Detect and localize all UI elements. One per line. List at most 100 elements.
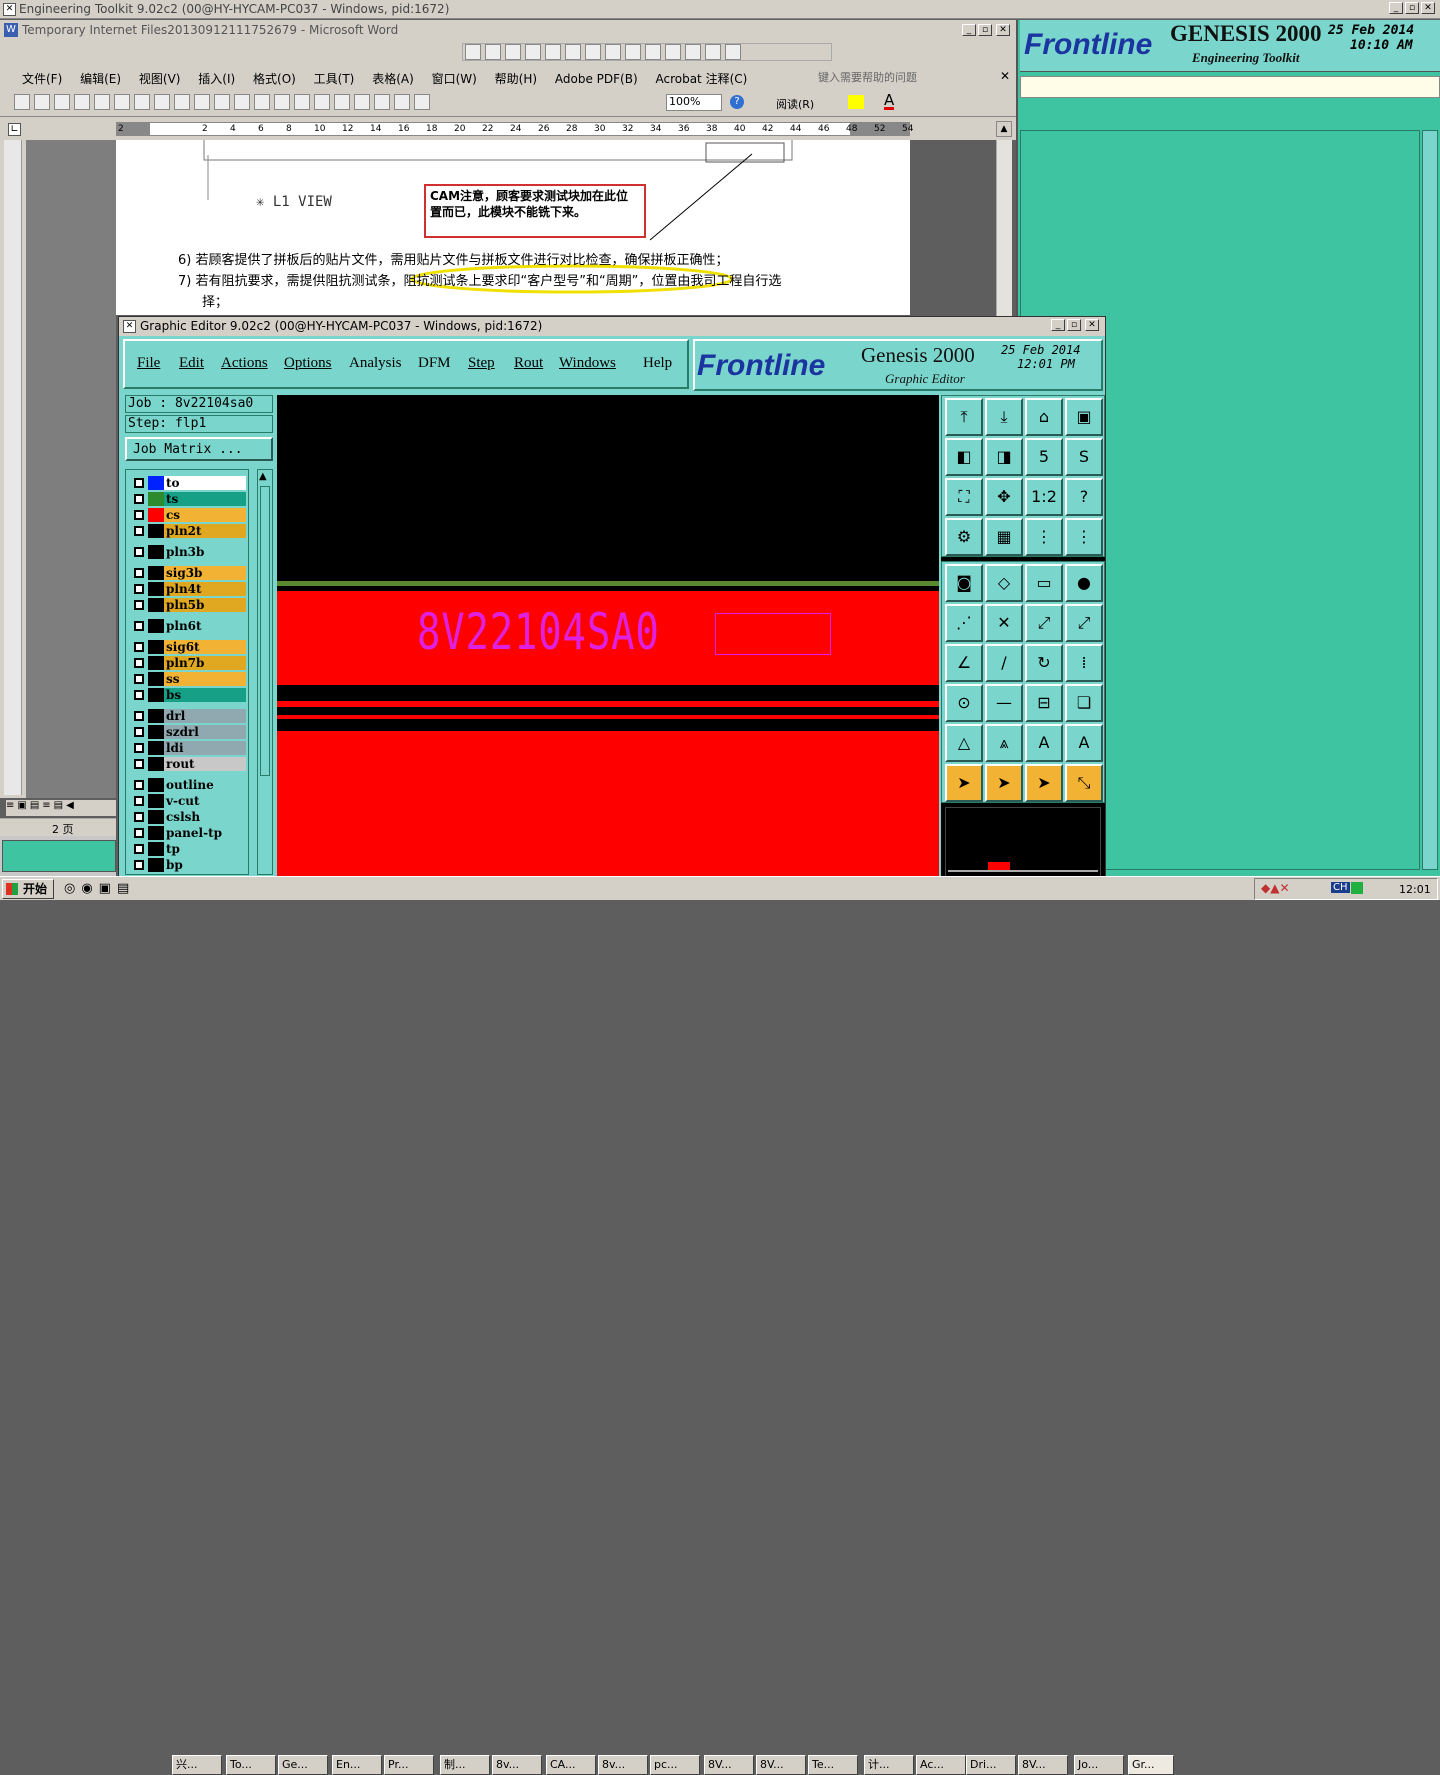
taskbar-item[interactable]: Jo... <box>1074 1755 1124 1775</box>
word-titlebar[interactable]: W Temporary Internet Files20130912111752… <box>0 20 1016 40</box>
layer-checkbox[interactable] <box>134 828 144 838</box>
save-icon[interactable] <box>54 94 70 110</box>
layer-checkbox[interactable] <box>134 844 144 854</box>
toggle-icon[interactable] <box>625 44 641 60</box>
help-icon[interactable]: ? <box>1065 478 1103 516</box>
close-button[interactable]: ✕ <box>1421 2 1435 14</box>
layer-row-tp[interactable]: tp <box>130 842 246 856</box>
layer-row-pln5b[interactable]: pln5b <box>130 598 246 612</box>
layer-row-cs[interactable]: cs <box>130 508 246 522</box>
editor-menu-options[interactable]: Options <box>284 355 332 372</box>
one-to-two-icon[interactable]: 1:2 <box>1025 478 1063 516</box>
font-color-icon[interactable]: A <box>884 93 895 110</box>
layer-row-to[interactable]: to <box>130 476 246 490</box>
layer-color-swatch[interactable] <box>148 619 164 633</box>
slash-icon[interactable]: / <box>985 644 1023 682</box>
layer-color-swatch[interactable] <box>148 582 164 596</box>
print-preview-icon[interactable] <box>94 94 110 110</box>
taskbar-item[interactable]: Pr... <box>384 1755 434 1775</box>
preview-icon[interactable] <box>134 94 150 110</box>
layer-name[interactable]: pln7b <box>164 656 246 670</box>
layer-row-bs[interactable]: bs <box>130 688 246 702</box>
image-icon[interactable] <box>705 44 721 60</box>
select-icon[interactable]: ➤ <box>945 764 983 802</box>
start-button[interactable]: 开始 <box>2 879 54 899</box>
layer-name[interactable]: rout <box>164 757 246 771</box>
layer-row-bp[interactable]: bp <box>130 858 246 872</box>
editor-menu-file[interactable]: File <box>137 355 160 372</box>
delete-icon[interactable]: ✕ <box>985 604 1023 642</box>
layer-color-swatch[interactable] <box>148 476 164 490</box>
cut-icon[interactable] <box>214 94 230 110</box>
read-mode-button[interactable]: 阅读(R) <box>760 96 814 112</box>
layer-row-ldi[interactable]: ldi <box>130 741 246 755</box>
group-icon[interactable]: ❏ <box>1065 684 1103 722</box>
layer-scroll-up-icon[interactable]: ▲ <box>259 471 267 482</box>
move-icon[interactable]: ⤢ <box>1025 604 1063 642</box>
scroll-icon[interactable] <box>665 44 681 60</box>
word-restore-button[interactable]: ▫ <box>978 24 992 36</box>
editor-minimize-button[interactable]: _ <box>1051 319 1065 331</box>
split-icon[interactable]: ⁞ <box>1065 644 1103 682</box>
paste-icon[interactable] <box>254 94 270 110</box>
triangle1-icon[interactable]: △ <box>945 724 983 762</box>
layer-row-v-cut[interactable]: v-cut <box>130 794 246 808</box>
menu-view[interactable]: 视图(V) <box>139 72 181 86</box>
taskbar-item[interactable]: Ac... <box>916 1755 966 1775</box>
menu-file[interactable]: 文件(F) <box>22 72 62 86</box>
select-route-icon[interactable]: ⤡ <box>1065 764 1103 802</box>
layer-name[interactable]: panel-tp <box>164 826 246 840</box>
layer-checkbox[interactable] <box>134 658 144 668</box>
layer-checkbox[interactable] <box>134 547 144 557</box>
layer-color-swatch[interactable] <box>148 640 164 654</box>
horizontal-ruler[interactable]: ∟ 2 2 4 6 8 10 12 14 16 18 20 22 24 26 28 30 32 34 36 38 40 4… <box>0 116 1016 140</box>
layer-color-swatch[interactable] <box>148 794 164 808</box>
arc-icon[interactable]: ↻ <box>1025 644 1063 682</box>
layer-name[interactable]: outline <box>164 778 246 792</box>
open-icon[interactable]: ⤒ <box>945 398 983 436</box>
ruler-icon[interactable]: ▭ <box>1025 564 1063 602</box>
radio-icon[interactable] <box>565 44 581 60</box>
minus-icon[interactable]: — <box>985 684 1023 722</box>
button-icon[interactable] <box>545 44 561 60</box>
layer-checkbox[interactable] <box>134 621 144 631</box>
drawing-icon[interactable] <box>414 94 430 110</box>
hyperlink-icon[interactable] <box>334 94 350 110</box>
fit-icon[interactable]: ⛶ <box>945 478 983 516</box>
layer-checkbox[interactable] <box>134 780 144 790</box>
snap-off-icon[interactable]: ⋮ <box>1065 518 1103 556</box>
word-minimize-button[interactable]: _ <box>962 24 976 36</box>
layer-color-swatch[interactable] <box>148 566 164 580</box>
layer-name[interactable]: szdrl <box>164 725 246 739</box>
layer-name[interactable]: ldi <box>164 741 246 755</box>
layer-checkbox[interactable] <box>134 478 144 488</box>
textbox-icon[interactable] <box>525 44 541 60</box>
layer-name[interactable]: v-cut <box>164 794 246 808</box>
layer-row-cslsh[interactable]: cslsh <box>130 810 246 824</box>
home-icon[interactable]: ⌂ <box>1025 398 1063 436</box>
left-icon[interactable]: ◧ <box>945 438 983 476</box>
layer-color-swatch[interactable] <box>148 826 164 840</box>
ime-indicator[interactable]: CH <box>1331 882 1350 893</box>
layer-row-szdrl[interactable]: szdrl <box>130 725 246 739</box>
layer-checkbox[interactable] <box>134 510 144 520</box>
layer-name[interactable]: to <box>164 476 246 490</box>
layer-name[interactable]: pln2t <box>164 524 246 538</box>
select-circle-icon[interactable]: ➤ <box>1025 764 1063 802</box>
layer-row-pln4t[interactable]: pln4t <box>130 582 246 596</box>
layer-color-swatch[interactable] <box>148 810 164 824</box>
s-curve-icon[interactable]: S <box>1065 438 1103 476</box>
layer-name[interactable]: drl <box>164 709 246 723</box>
layer-checkbox[interactable] <box>134 584 144 594</box>
taskbar-item[interactable]: pc... <box>650 1755 700 1775</box>
taskbar-item[interactable]: 8V... <box>704 1755 754 1775</box>
layer-row-pln7b[interactable]: pln7b <box>130 656 246 670</box>
editor-menu-analysis[interactable]: Analysis <box>349 355 402 372</box>
layer-name[interactable]: bs <box>164 688 246 702</box>
layer-name[interactable]: ts <box>164 492 246 506</box>
spinner-icon[interactable] <box>645 44 661 60</box>
menu-format[interactable]: 格式(O) <box>253 72 296 86</box>
layer-row-drl[interactable]: drl <box>130 709 246 723</box>
redo-icon[interactable] <box>314 94 330 110</box>
taskbar-item[interactable]: To... <box>226 1755 276 1775</box>
